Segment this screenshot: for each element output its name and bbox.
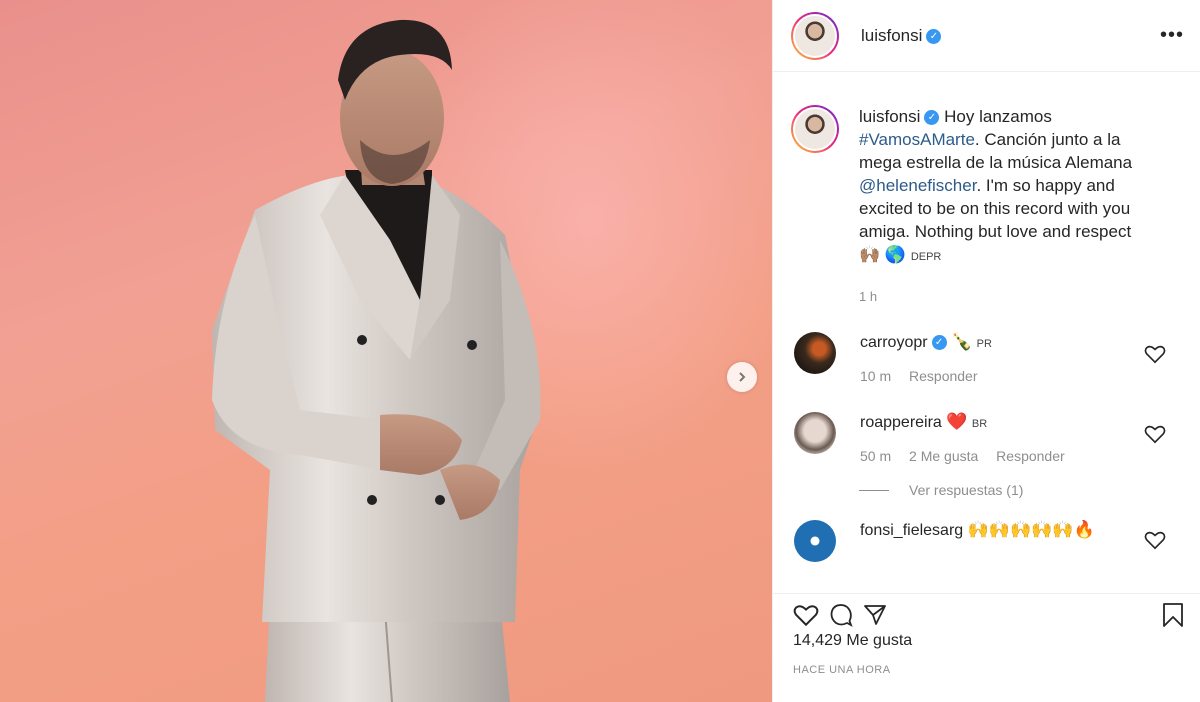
share-paper-plane-icon[interactable] (863, 603, 887, 627)
comment-body: carroyopr ✓ 🍾 PR (860, 332, 992, 352)
comment-username[interactable]: carroyopr (860, 334, 928, 351)
mention-link[interactable]: @helenefischer (859, 176, 976, 195)
more-dots-icon[interactable]: ••• (1160, 24, 1184, 47)
caption-text: luisfonsi ✓ Hoy lanzamos #VamosAMarte. Ca… (859, 105, 1159, 269)
like-heart-icon[interactable] (793, 603, 819, 627)
likes-count[interactable]: 14,429 Me gusta (793, 632, 1184, 650)
hashtag-link[interactable]: #VamosAMarte (859, 130, 975, 149)
post-actions: 14,429 Me gusta HACE UNA HORA (773, 593, 1200, 676)
comment-time: 10 m (860, 368, 892, 384)
flag-text: BR (971, 418, 988, 430)
caption: luisfonsi ✓ Hoy lanzamos #VamosAMarte. Ca… (791, 105, 1184, 269)
comment-time: 50 m (860, 448, 892, 464)
comment-item: carroyopr ✓ 🍾 PR 10 m Responder (791, 332, 1184, 384)
next-image-button[interactable] (727, 362, 757, 392)
verified-badge-icon: ✓ (926, 28, 942, 44)
globe-emoji: 🌎 (884, 245, 907, 264)
red-heart-emoji: ❤️ (946, 412, 968, 431)
caption-time: 1 h (859, 289, 878, 304)
verified-badge-icon: ✓ (924, 110, 940, 126)
comment-likes-button[interactable]: 2 Me gusta (909, 448, 978, 464)
comment-avatar[interactable] (794, 520, 836, 562)
author-avatar[interactable] (791, 11, 839, 60)
heart-outline-icon[interactable] (1144, 424, 1166, 444)
comment-body: fonsi_fielesarg 🙌🙌🙌🙌🙌🔥 (860, 520, 1095, 540)
replies-divider (859, 489, 889, 491)
comment-avatar[interactable] (794, 332, 836, 374)
author-username-text[interactable]: luisfonsi (861, 26, 922, 45)
comment-meta: 50 m 2 Me gusta Responder (860, 448, 1079, 464)
comment-meta: 10 m Responder (860, 368, 992, 384)
posted-time: HACE UNA HORA (793, 664, 891, 676)
chevron-right-icon (739, 372, 746, 382)
caption-avatar[interactable] (791, 105, 839, 153)
view-replies-label[interactable]: Ver respuestas (1) (909, 482, 1023, 498)
author-username[interactable]: luisfonsi ✓ (861, 26, 942, 46)
champagne-emoji: 🍾 (951, 332, 973, 351)
heart-outline-icon[interactable] (1144, 530, 1166, 550)
view-replies-button[interactable]: Ver respuestas (1) (859, 482, 1184, 498)
raised-hands-fire-emoji: 🙌🙌🙌🙌🙌🔥 (967, 520, 1095, 539)
comment-body: roappereira ❤️ BR (860, 412, 1079, 432)
comment-username[interactable]: fonsi_fielesarg (860, 522, 963, 539)
raised-hands-emoji: 🙌🏽 (859, 245, 881, 264)
comment-avatar[interactable] (794, 412, 836, 454)
man-in-silver-suit-photo (212, 19, 541, 702)
post-header: luisfonsi ✓ ••• (773, 0, 1200, 72)
comment-bubble-icon[interactable] (829, 603, 853, 627)
reply-button[interactable]: Responder (996, 448, 1065, 464)
comments-list[interactable]: luisfonsi ✓ Hoy lanzamos #VamosAMarte. Ca… (773, 73, 1200, 593)
comment-username[interactable]: roappereira (860, 414, 942, 431)
verified-badge-icon: ✓ (931, 335, 947, 351)
bookmark-icon[interactable] (1162, 602, 1184, 628)
action-icons (793, 600, 1184, 630)
post-panel: luisfonsi ✓ ••• luisfonsi ✓ Hoy lanzamos #… (772, 0, 1200, 702)
reply-button[interactable]: Responder (909, 368, 978, 384)
post-image (0, 0, 772, 702)
caption-text-1: Hoy lanzamos (944, 107, 1052, 126)
caption-username[interactable]: luisfonsi (859, 107, 920, 126)
comment-item: roappereira ❤️ BR 50 m 2 Me gusta Respon… (791, 412, 1184, 464)
flag-text: PR (976, 338, 992, 350)
flag-text: DEPR (910, 251, 942, 263)
heart-outline-icon[interactable] (1144, 344, 1166, 364)
comment-item: fonsi_fielesarg 🙌🙌🙌🙌🙌🔥 (791, 520, 1184, 562)
